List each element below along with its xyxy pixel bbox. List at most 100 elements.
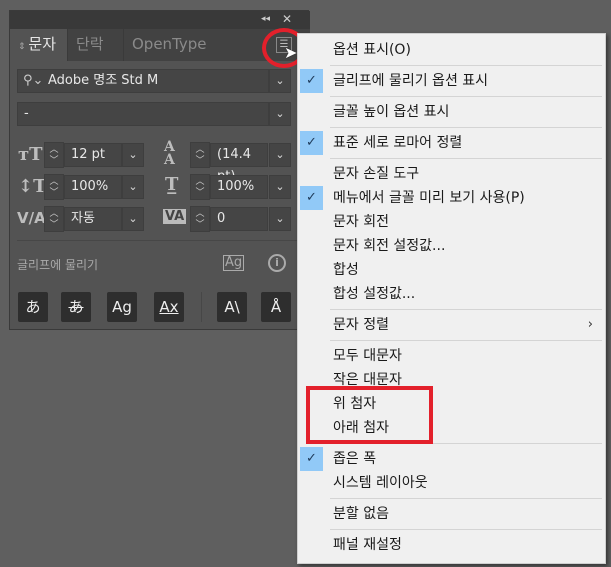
chevron-down-icon[interactable]: ⌄ xyxy=(269,143,291,167)
kerning-input[interactable]: 자동 xyxy=(64,207,122,231)
menu-item-label: 옵션 표시(O) xyxy=(333,42,411,58)
menu-item[interactable]: 합성 설정값... xyxy=(298,282,605,306)
menu-item[interactable]: ✓ 메뉴에서 글꼴 미리 보기 사용(P) xyxy=(298,186,605,210)
menu-item[interactable]: 패널 재설정 xyxy=(298,533,605,557)
divider xyxy=(17,240,297,241)
menu-item-label: 글리프에 물리기 옵션 표시 xyxy=(333,73,489,89)
menu-item-label: 문자 정렬 xyxy=(333,317,389,333)
menu-item-label: 표준 세로 로마어 정렬 xyxy=(333,135,463,151)
menu-item[interactable]: 분할 없음 xyxy=(298,502,605,526)
menu-item[interactable]: 문자 정렬 › xyxy=(298,313,605,337)
menu-separator xyxy=(298,526,605,533)
tab-label: OpenType xyxy=(132,35,207,53)
search-icon: ⚲⌄ xyxy=(23,73,44,88)
horizontal-scale-icon: T̲ xyxy=(165,174,179,195)
snap-button-4[interactable]: Ax xyxy=(154,292,184,322)
leading-input[interactable]: (14.4 pt) xyxy=(210,143,268,184)
double-chevron-left-icon[interactable]: ◂◂ xyxy=(261,14,270,24)
font-family-input[interactable]: ⚲⌄ Adobe 명조 Std M xyxy=(17,69,269,93)
menu-separator xyxy=(298,495,605,502)
menu-item-label: 합성 설정값... xyxy=(333,286,416,302)
vertical-scale-icon: ↕T xyxy=(18,176,47,197)
menu-item-label: 모두 대문자 xyxy=(333,348,402,364)
menu-item-label: 메뉴에서 글꼴 미리 보기 사용(P) xyxy=(333,190,525,206)
menu-item[interactable]: 문자 회전 xyxy=(298,210,605,234)
glyph-icon[interactable]: Ag xyxy=(223,255,245,271)
checkmark-icon: ✓ xyxy=(300,186,323,210)
font-size-stepper[interactable]: ︿ ﹀ xyxy=(44,142,64,168)
snap-button-5[interactable]: A\ xyxy=(217,292,247,322)
snap-button-3[interactable]: Ag xyxy=(107,292,137,322)
tracking-value: 0 xyxy=(217,211,226,226)
vertical-scale-stepper[interactable]: ︿ ﹀ xyxy=(44,174,64,200)
chevron-down-icon[interactable]: ⌄ xyxy=(269,102,291,126)
tab-character[interactable]: ⇕ 문자 xyxy=(10,29,68,61)
menu-separator xyxy=(298,155,605,162)
highlight-box xyxy=(306,386,433,444)
menu-item-label: 글꼴 높이 옵션 표시 xyxy=(333,104,450,120)
vertical-scale-value: 100% xyxy=(71,179,109,194)
vertical-scale-input[interactable]: 100% xyxy=(64,175,122,199)
snap-to-glyph-label: 글리프에 물리기 xyxy=(17,258,99,272)
menu-item-label: 분할 없음 xyxy=(333,506,389,522)
menu-item-label: 문자 손질 도구 xyxy=(333,166,420,182)
tab-label: 문자 xyxy=(28,35,57,53)
panel-context-menu: 옵션 표시(O) ✓ 글리프에 물리기 옵션 표시글꼴 높이 옵션 표시 ✓ 표준 세로… xyxy=(297,33,606,564)
tab-paragraph[interactable]: 단락 xyxy=(68,29,124,61)
font-size-icon: тT xyxy=(18,144,43,165)
kerning-stepper[interactable]: ︿ ﹀ xyxy=(44,206,64,232)
tracking-icon: VA xyxy=(163,209,187,224)
leading-icon: AA xyxy=(164,139,175,168)
divider xyxy=(201,292,202,322)
panel-title-bar[interactable]: ◂◂ ✕ xyxy=(10,11,310,29)
menu-item[interactable]: 시스템 레이아웃 xyxy=(298,471,605,495)
font-family-value: Adobe 명조 Std M xyxy=(48,73,159,88)
menu-item-label: 패널 재설정 xyxy=(333,537,402,553)
menu-item-label: 좁은 폭 xyxy=(333,451,377,467)
chevron-down-icon[interactable]: ⌄ xyxy=(122,207,144,231)
tab-opentype[interactable]: OpenType xyxy=(124,29,224,61)
chevron-down-icon[interactable]: ⌄ xyxy=(269,207,291,231)
checkmark-icon: ✓ xyxy=(300,69,323,93)
snap-button-1[interactable]: あ xyxy=(18,292,48,322)
menu-item[interactable]: 글꼴 높이 옵션 표시 xyxy=(298,100,605,124)
chevron-down-icon[interactable]: ⌄ xyxy=(269,175,291,199)
menu-separator xyxy=(298,337,605,344)
menu-item[interactable]: 문자 회전 설정값... xyxy=(298,234,605,258)
tracking-stepper[interactable]: ︿ ﹀ xyxy=(190,206,210,232)
menu-item[interactable]: 모두 대문자 xyxy=(298,344,605,368)
checkmark-icon: ✓ xyxy=(300,131,323,155)
menu-item[interactable]: ✓ 글리프에 물리기 옵션 표시 xyxy=(298,69,605,93)
font-style-input[interactable]: - xyxy=(17,102,269,126)
chevron-down-icon[interactable]: ⌄ xyxy=(122,175,144,199)
menu-item-label: 합성 xyxy=(333,262,359,278)
menu-item-label: 시스템 레이아웃 xyxy=(333,475,428,491)
kerning-value: 자동 xyxy=(71,211,95,226)
font-size-input[interactable]: 12 pt xyxy=(64,143,122,167)
tracking-input[interactable]: 0 xyxy=(210,207,268,231)
menu-item-label: 문자 회전 설정값... xyxy=(333,238,446,254)
leading-stepper[interactable]: ︿ ﹀ xyxy=(190,142,210,168)
menu-separator xyxy=(298,306,605,313)
chevron-down-icon[interactable]: ⌄ xyxy=(122,143,144,167)
menu-item[interactable]: 합성 xyxy=(298,258,605,282)
close-icon[interactable]: ✕ xyxy=(282,12,292,26)
horizontal-scale-stepper[interactable]: ︿ ﹀ xyxy=(190,174,210,200)
chevron-down-icon[interactable]: ⌄ xyxy=(269,69,291,93)
font-size-value: 12 pt xyxy=(71,147,106,162)
snap-button-2[interactable]: あ xyxy=(61,292,91,322)
info-icon[interactable]: i xyxy=(268,254,286,272)
menu-separator xyxy=(298,124,605,131)
menu-item-label: 문자 회전 xyxy=(333,214,389,230)
snap-button-6[interactable]: Å xyxy=(261,292,291,322)
kerning-icon: V/A xyxy=(17,209,46,227)
horizontal-scale-value: 100% xyxy=(217,179,255,194)
menu-item[interactable]: ✓ 좁은 폭 xyxy=(298,447,605,471)
tab-label: 단락 xyxy=(76,35,104,53)
horizontal-scale-input[interactable]: 100% xyxy=(210,175,268,199)
menu-item[interactable]: 문자 손질 도구 xyxy=(298,162,605,186)
chevron-right-icon: › xyxy=(587,317,593,332)
menu-item[interactable]: 옵션 표시(O) xyxy=(298,38,605,62)
menu-item[interactable]: ✓ 표준 세로 로마어 정렬 xyxy=(298,131,605,155)
font-style-value: - xyxy=(24,106,29,121)
